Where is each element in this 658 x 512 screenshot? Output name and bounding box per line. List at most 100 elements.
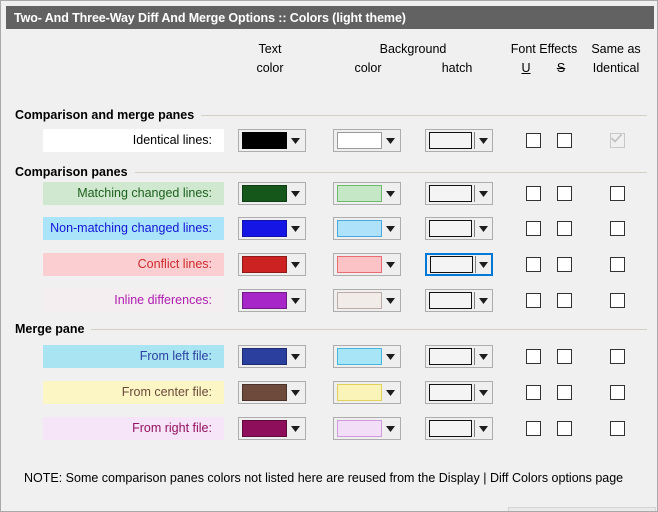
underline-checkbox[interactable] [526, 421, 541, 436]
same-as-identical-checkbox[interactable] [610, 385, 625, 400]
section-comparison-panes: Comparison panes [15, 163, 647, 181]
strikeout-checkbox[interactable] [557, 186, 572, 201]
section-comparison-and-merge-panes: Comparison and merge panes [15, 106, 647, 124]
text-color-combo[interactable] [238, 182, 306, 205]
background-color-combo[interactable] [333, 217, 401, 240]
chevron-down-icon[interactable] [382, 262, 399, 268]
chevron-down-icon[interactable] [475, 354, 491, 360]
chevron-down-icon[interactable] [287, 191, 304, 197]
background-color-combo[interactable] [333, 345, 401, 368]
underline-checkbox[interactable] [526, 133, 541, 148]
underline-checkbox[interactable] [526, 293, 541, 308]
chevron-down-icon[interactable] [287, 390, 304, 396]
strikeout-checkbox[interactable] [557, 133, 572, 148]
chevron-down-icon[interactable] [475, 226, 491, 232]
header-font-effects: Font Effects [499, 42, 589, 56]
background-color-combo[interactable] [333, 381, 401, 404]
underline-checkbox[interactable] [526, 186, 541, 201]
chevron-down-icon[interactable] [476, 262, 491, 268]
background-color-combo[interactable] [333, 289, 401, 312]
same-as-identical-checkbox[interactable] [610, 421, 625, 436]
color-swatch [337, 185, 382, 202]
options-dialog-window: Two- And Three-Way Diff And Merge Option… [0, 0, 658, 512]
strikeout-checkbox[interactable] [557, 293, 572, 308]
text-color-combo[interactable] [238, 417, 306, 440]
underline-checkbox[interactable] [526, 385, 541, 400]
chevron-down-icon[interactable] [287, 298, 304, 304]
chevron-down-icon[interactable] [287, 426, 304, 432]
chevron-down-icon[interactable] [475, 426, 491, 432]
background-hatch-combo[interactable] [425, 253, 493, 276]
chevron-down-icon[interactable] [382, 191, 399, 197]
color-swatch [429, 185, 472, 202]
text-color-combo[interactable] [238, 217, 306, 240]
color-swatch [242, 220, 287, 237]
section-label: Merge pane [15, 322, 91, 336]
text-color-combo[interactable] [238, 253, 306, 276]
color-swatch [242, 384, 287, 401]
color-swatch [337, 292, 382, 309]
background-hatch-combo[interactable] [425, 345, 493, 368]
strikeout-checkbox[interactable] [557, 221, 572, 236]
chevron-down-icon[interactable] [382, 226, 399, 232]
underline-checkbox[interactable] [526, 221, 541, 236]
chevron-down-icon[interactable] [475, 390, 491, 396]
row-label-preview: From left file: [43, 345, 224, 368]
chevron-down-icon[interactable] [382, 426, 399, 432]
chevron-down-icon[interactable] [287, 226, 304, 232]
background-color-combo[interactable] [333, 129, 401, 152]
color-swatch [242, 256, 287, 273]
header-background: Background [320, 42, 506, 56]
color-row: Conflict lines: [2, 253, 656, 277]
color-swatch [242, 348, 287, 365]
color-swatch [242, 292, 287, 309]
strikeout-checkbox[interactable] [557, 349, 572, 364]
chevron-down-icon[interactable] [382, 298, 399, 304]
check-icon [611, 134, 624, 143]
same-as-identical-checkbox[interactable] [610, 349, 625, 364]
same-as-identical-checkbox[interactable] [610, 257, 625, 272]
background-hatch-combo[interactable] [425, 182, 493, 205]
underline-checkbox[interactable] [526, 349, 541, 364]
chevron-down-icon[interactable] [475, 138, 491, 144]
background-hatch-combo[interactable] [425, 381, 493, 404]
strikeout-checkbox[interactable] [557, 385, 572, 400]
color-swatch [429, 292, 472, 309]
chevron-down-icon[interactable] [287, 262, 304, 268]
color-swatch [429, 132, 472, 149]
background-color-combo[interactable] [333, 417, 401, 440]
strikeout-checkbox[interactable] [557, 421, 572, 436]
same-as-identical-checkbox[interactable] [610, 221, 625, 236]
chevron-down-icon[interactable] [382, 138, 399, 144]
chevron-down-icon[interactable] [287, 354, 304, 360]
footer-note: NOTE: Some comparison panes colors not l… [24, 471, 623, 485]
same-as-identical-checkbox[interactable] [610, 186, 625, 201]
color-swatch [429, 384, 472, 401]
header-underline-icon: U [514, 61, 538, 75]
background-hatch-combo[interactable] [425, 417, 493, 440]
same-as-identical-checkbox[interactable] [610, 293, 625, 308]
color-swatch [430, 256, 473, 273]
background-color-combo[interactable] [333, 253, 401, 276]
chevron-down-icon[interactable] [475, 191, 491, 197]
text-color-combo[interactable] [238, 289, 306, 312]
chevron-down-icon[interactable] [382, 354, 399, 360]
row-label-preview: Non-matching changed lines: [43, 217, 224, 240]
row-label-preview: Inline differences: [43, 289, 224, 312]
text-color-combo[interactable] [238, 129, 306, 152]
header-text: Text [234, 42, 306, 56]
apply-button[interactable]: Apply [508, 507, 656, 512]
background-hatch-combo[interactable] [425, 289, 493, 312]
strikeout-checkbox[interactable] [557, 257, 572, 272]
color-row: Non-matching changed lines: [2, 217, 656, 241]
chevron-down-icon[interactable] [475, 298, 491, 304]
text-color-combo[interactable] [238, 345, 306, 368]
background-hatch-combo[interactable] [425, 217, 493, 240]
chevron-down-icon[interactable] [382, 390, 399, 396]
text-color-combo[interactable] [238, 381, 306, 404]
background-color-combo[interactable] [333, 182, 401, 205]
underline-checkbox[interactable] [526, 257, 541, 272]
background-hatch-combo[interactable] [425, 129, 493, 152]
color-row: Identical lines: [2, 129, 656, 153]
chevron-down-icon[interactable] [287, 138, 304, 144]
